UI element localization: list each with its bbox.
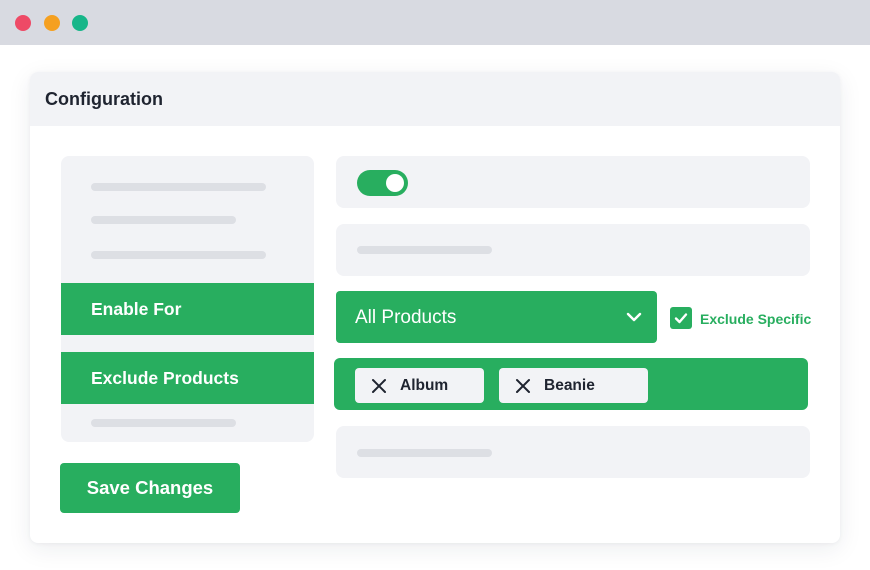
placeholder-line: [91, 183, 266, 191]
configuration-panel: Configuration Enable For Exclude Product…: [30, 72, 840, 543]
placeholder-line: [91, 251, 266, 259]
product-scope-select[interactable]: All Products: [336, 291, 657, 343]
tag-label: Beanie: [544, 377, 595, 394]
toggle-knob: [386, 174, 404, 192]
minimize-window-button[interactable]: [44, 15, 60, 31]
product-scope-value: All Products: [355, 307, 457, 328]
tag-beanie: Beanie: [499, 368, 648, 403]
close-icon[interactable]: [371, 378, 387, 394]
chevron-down-icon: [626, 312, 642, 322]
sidebar-item-enable-for[interactable]: Enable For: [61, 283, 314, 335]
placeholder-row: [336, 224, 810, 276]
close-icon[interactable]: [515, 378, 531, 394]
placeholder-line: [91, 216, 236, 224]
sidebar-item-label: Exclude Products: [91, 368, 239, 388]
close-window-button[interactable]: [15, 15, 31, 31]
exclude-specific-checkbox[interactable]: [670, 307, 692, 329]
placeholder-line: [357, 246, 492, 254]
enable-toggle[interactable]: [357, 170, 408, 196]
exclude-specific-label: Exclude Specific: [700, 311, 812, 327]
placeholder-row: [336, 426, 810, 478]
excluded-products-field[interactable]: Album Beanie: [334, 358, 808, 410]
tag-album: Album: [355, 368, 484, 403]
save-changes-button[interactable]: Save Changes: [60, 463, 240, 513]
panel-header: Configuration: [30, 72, 840, 126]
window-titlebar: [0, 0, 870, 45]
settings-sidebar: Enable For Exclude Products: [61, 156, 314, 442]
checkmark-icon: [674, 313, 688, 324]
sidebar-item-exclude-products[interactable]: Exclude Products: [61, 352, 314, 404]
enable-row: [336, 156, 810, 208]
placeholder-line: [91, 419, 236, 427]
maximize-window-button[interactable]: [72, 15, 88, 31]
placeholder-line: [357, 449, 492, 457]
tag-label: Album: [400, 377, 449, 394]
sidebar-item-label: Enable For: [91, 299, 182, 319]
panel-title: Configuration: [45, 89, 163, 109]
